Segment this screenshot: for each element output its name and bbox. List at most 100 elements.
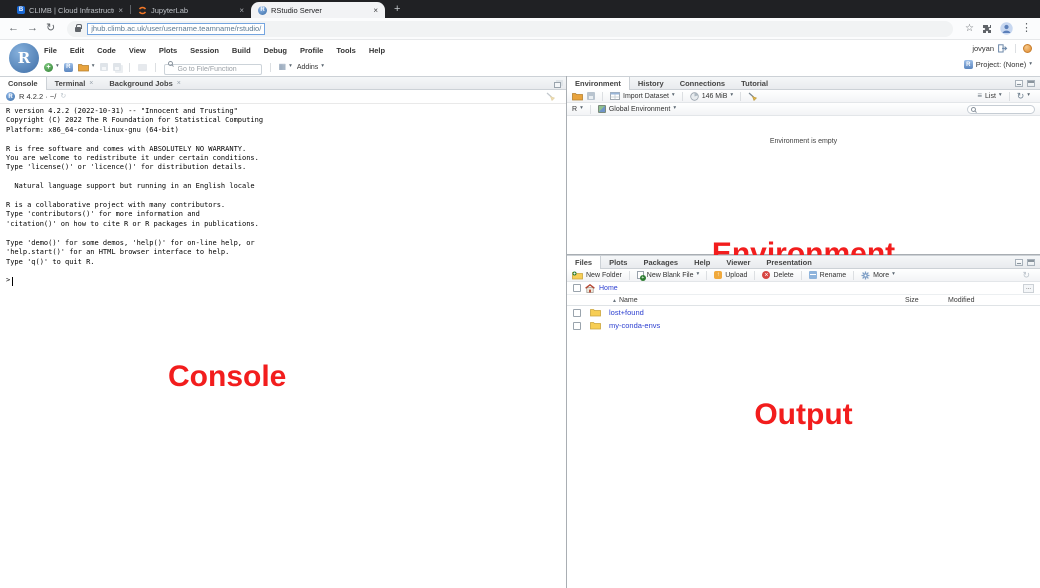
tab-packages[interactable]: Packages xyxy=(635,256,686,268)
tab-help[interactable]: Help xyxy=(686,256,718,268)
goto-file-function-box[interactable] xyxy=(164,58,262,76)
clear-console-icon[interactable] xyxy=(546,92,555,101)
row-checkbox[interactable] xyxy=(573,322,581,330)
menu-help[interactable]: Help xyxy=(369,46,385,55)
menu-session[interactable]: Session xyxy=(190,46,219,55)
menu-profile[interactable]: Profile xyxy=(300,46,323,55)
upload-button[interactable]: ↑ Upload xyxy=(714,271,747,279)
console-output-area[interactable]: R version 4.2.2 (2022-10-31) -- "Innocen… xyxy=(0,104,566,588)
menu-view[interactable]: View xyxy=(129,46,146,55)
browser-tab-climb[interactable]: B CLIMB | Cloud Infrastructu × xyxy=(10,2,130,18)
new-blank-file-button[interactable]: + New Blank File ▾ xyxy=(637,271,699,279)
profile-avatar[interactable] xyxy=(1000,22,1013,35)
tab-viewer[interactable]: Viewer xyxy=(718,256,758,268)
environment-toolbar: Import Dataset ▾ 146 MiB ▾ ≡ List ▾ ↻ ▾ xyxy=(567,90,1040,103)
menu-build[interactable]: Build xyxy=(232,46,251,55)
maximize-pane-icon[interactable] xyxy=(1027,80,1035,87)
tab-terminal[interactable]: Terminal × xyxy=(47,77,102,89)
url-text[interactable]: jhub.climb.ac.uk/user/username.teamname/… xyxy=(87,23,265,35)
save-all-icon[interactable] xyxy=(113,63,121,71)
new-tab-button[interactable]: + xyxy=(394,3,400,15)
print-icon[interactable] xyxy=(138,64,147,71)
console-prompt-line[interactable]: > xyxy=(0,276,566,285)
menu-plots[interactable]: Plots xyxy=(159,46,177,55)
addins-button[interactable]: Addins ▾ xyxy=(297,64,324,71)
column-modified[interactable]: Modified xyxy=(948,297,974,304)
menu-tools[interactable]: Tools xyxy=(336,46,355,55)
tab-console[interactable]: Console xyxy=(0,77,47,90)
logout-icon[interactable] xyxy=(998,44,1008,53)
tab-tutorial[interactable]: Tutorial xyxy=(733,77,776,89)
toolbar-separator xyxy=(754,271,755,280)
back-icon[interactable]: ← xyxy=(8,23,19,34)
maximize-pane-icon[interactable] xyxy=(554,82,561,88)
bookmark-star-icon[interactable]: ☆ xyxy=(965,24,974,34)
quit-session-button[interactable] xyxy=(1023,44,1032,53)
path-ellipsis-button[interactable]: ... xyxy=(1023,284,1034,293)
browser-tab-rstudio[interactable]: R RStudio Server × xyxy=(251,2,385,18)
more-button[interactable]: More ▾ xyxy=(861,271,895,280)
column-size[interactable]: Size xyxy=(905,297,919,304)
file-row[interactable]: my-conda-envs xyxy=(567,319,1040,332)
list-view-button[interactable]: ≡ List ▾ xyxy=(977,92,1001,100)
menu-code[interactable]: Code xyxy=(97,46,116,55)
import-dataset-button[interactable]: Import Dataset ▾ xyxy=(610,92,675,100)
tab-presentation[interactable]: Presentation xyxy=(758,256,819,268)
new-folder-button[interactable]: New Folder xyxy=(572,271,622,280)
close-tab-icon[interactable]: × xyxy=(89,80,93,87)
select-all-checkbox[interactable] xyxy=(573,284,581,292)
goto-file-function-input[interactable] xyxy=(164,64,262,75)
tab-history[interactable]: History xyxy=(630,77,672,89)
minimize-pane-icon[interactable] xyxy=(1015,80,1023,87)
environment-search-input[interactable] xyxy=(978,106,1031,113)
browser-tab-jupyterlab[interactable]: JupyterLab × xyxy=(131,2,251,18)
browser-menu-icon[interactable]: ⋮ xyxy=(1021,23,1032,34)
load-workspace-icon[interactable] xyxy=(572,92,583,101)
tab-environment[interactable]: Environment xyxy=(567,77,630,90)
tab-files[interactable]: Files xyxy=(567,256,601,269)
pane-layout-button[interactable]: ▦ ▾ xyxy=(279,63,292,71)
close-tab-icon[interactable]: × xyxy=(177,80,181,87)
file-row[interactable]: lost+found xyxy=(567,306,1040,319)
scope-selector[interactable]: Global Environment ▾ xyxy=(598,105,676,113)
new-file-button[interactable]: + ▾ xyxy=(44,63,59,72)
menu-edit[interactable]: Edit xyxy=(70,46,84,55)
breadcrumb-home-link[interactable]: Home xyxy=(599,285,618,292)
refresh-environment-button[interactable]: ↻ ▾ xyxy=(1017,92,1030,101)
refresh-files-icon[interactable]: ↻ xyxy=(1022,271,1030,280)
forward-icon[interactable]: → xyxy=(27,23,38,34)
clear-objects-icon[interactable] xyxy=(748,92,757,101)
close-tab-icon[interactable]: × xyxy=(118,6,123,15)
open-file-button[interactable]: ▾ xyxy=(78,63,95,72)
column-name[interactable]: ▲Name xyxy=(612,297,638,304)
reload-icon[interactable]: ↻ xyxy=(46,23,55,34)
memory-usage-button[interactable]: 146 MiB ▾ xyxy=(690,92,733,101)
menu-debug[interactable]: Debug xyxy=(264,46,287,55)
menu-file[interactable]: File xyxy=(44,46,57,55)
row-checkbox[interactable] xyxy=(573,309,581,317)
new-blank-file-label: New Blank File xyxy=(647,272,694,279)
extensions-puzzle-icon[interactable] xyxy=(982,24,992,34)
maximize-pane-icon[interactable] xyxy=(1027,259,1035,266)
save-workspace-icon[interactable] xyxy=(587,92,595,100)
console-startup-text: R version 4.2.2 (2022-10-31) -- "Innocen… xyxy=(0,104,566,267)
lock-icon xyxy=(75,27,81,32)
environment-search-box[interactable] xyxy=(967,105,1035,114)
close-tab-icon[interactable]: × xyxy=(239,6,244,15)
project-selector[interactable]: R Project: (None) ▾ xyxy=(964,60,1032,69)
tab-connections[interactable]: Connections xyxy=(672,77,733,89)
tab-plots[interactable]: Plots xyxy=(601,256,635,268)
file-name-link[interactable]: lost+found xyxy=(609,308,644,317)
scope-label: Global Environment xyxy=(609,106,670,113)
tab-background-jobs[interactable]: Background Jobs × xyxy=(101,77,188,89)
minimize-pane-icon[interactable] xyxy=(1015,259,1023,266)
file-name-link[interactable]: my-conda-envs xyxy=(609,321,660,330)
close-tab-icon[interactable]: × xyxy=(373,6,378,15)
new-project-icon[interactable]: R xyxy=(64,63,73,72)
address-bar[interactable]: jhub.climb.ac.uk/user/username.teamname/… xyxy=(67,21,953,37)
delete-button[interactable]: × Delete xyxy=(762,271,793,279)
save-icon[interactable] xyxy=(100,63,108,71)
rename-button[interactable]: Rename xyxy=(809,271,846,279)
language-selector[interactable]: R ▾ xyxy=(572,106,583,113)
annotation-output: Output xyxy=(567,400,1040,430)
